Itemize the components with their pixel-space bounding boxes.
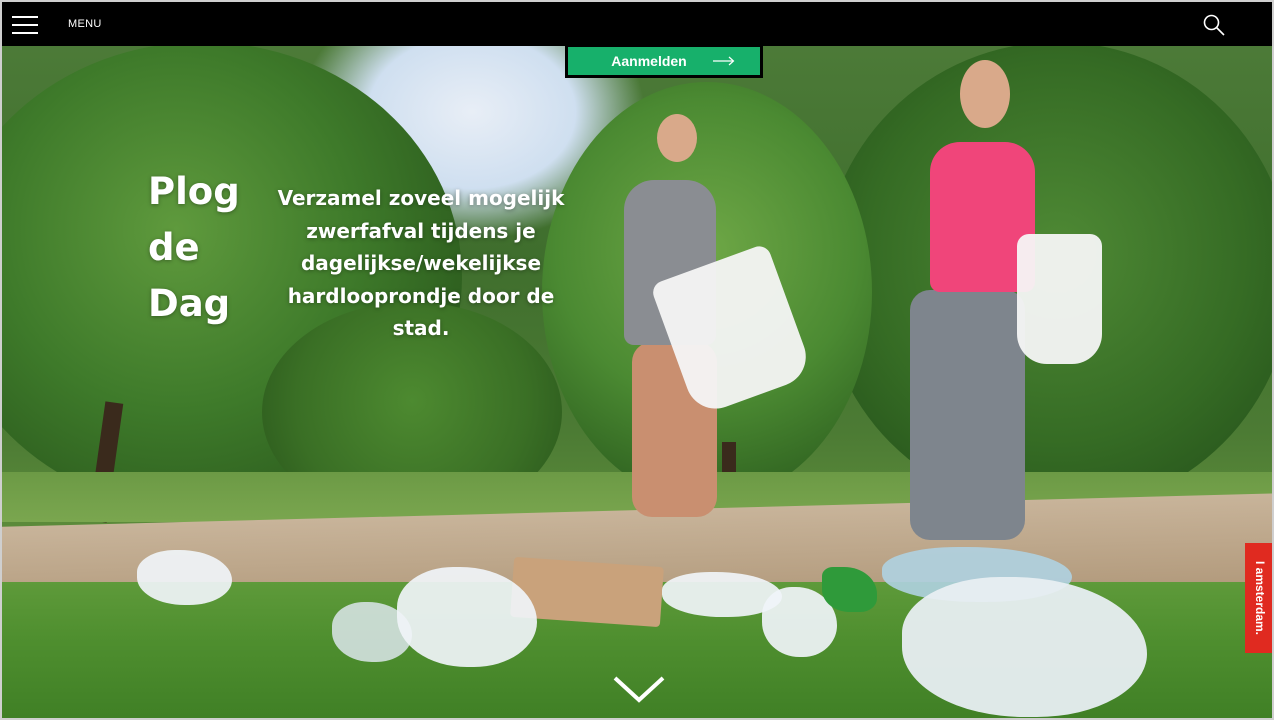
arrow-right-icon <box>712 56 735 66</box>
trash-bag <box>1017 234 1102 364</box>
signup-button-container: Aanmelden <box>565 44 763 78</box>
signup-button[interactable]: Aanmelden <box>568 47 760 75</box>
search-icon[interactable] <box>1203 14 1225 36</box>
runner-head <box>657 114 697 162</box>
page-title: Plog de Dag <box>148 170 240 325</box>
hero-image <box>2 2 1272 718</box>
page-frame: MENU Aanmelden Plog de Dag Verzamel zove… <box>0 0 1274 720</box>
runner-legs <box>910 290 1025 540</box>
signup-button-label: Aanmelden <box>611 53 687 69</box>
hamburger-icon[interactable] <box>12 16 38 34</box>
chevron-down-icon[interactable] <box>612 674 666 704</box>
i-amsterdam-label: I amsterdam. <box>1253 560 1267 636</box>
page-description: Verzamel zoveel mogelijk zwerfafval tijd… <box>277 186 565 340</box>
top-navigation-bar: MENU <box>2 2 1272 46</box>
i-amsterdam-tab[interactable]: I amsterdam. <box>1245 543 1272 653</box>
menu-button[interactable]: MENU <box>68 18 102 30</box>
runner-head <box>960 60 1010 128</box>
